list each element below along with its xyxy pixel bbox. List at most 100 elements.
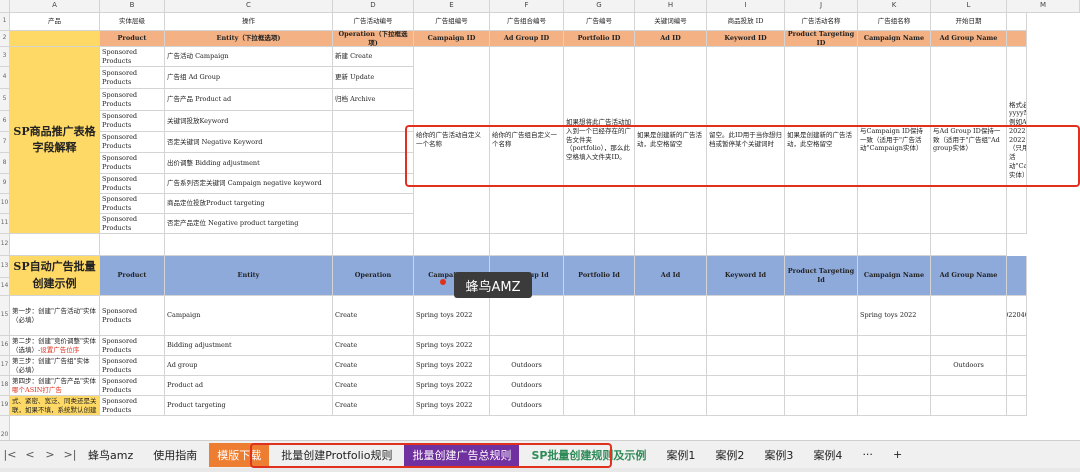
row-number[interactable]: 18 xyxy=(0,376,10,396)
campaign-name-cell[interactable] xyxy=(858,356,931,376)
header-en-cell[interactable]: Campaign Name xyxy=(858,31,931,47)
ad-group-id-cell[interactable] xyxy=(490,296,564,336)
empty-cell[interactable] xyxy=(564,396,635,416)
empty-cell[interactable] xyxy=(635,376,707,396)
prev-sheet-icon[interactable]: < xyxy=(20,448,40,461)
column-header-l[interactable]: K xyxy=(858,0,931,13)
section2-title[interactable]: SP自动广告批量创建示例 xyxy=(10,256,100,296)
row-number[interactable]: 13 xyxy=(0,256,10,278)
operation-cell[interactable] xyxy=(333,132,414,153)
column-header-f[interactable]: E xyxy=(414,0,490,13)
empty-cell[interactable] xyxy=(635,356,707,376)
operation-cell[interactable]: Create xyxy=(333,376,414,396)
start-date-cell[interactable] xyxy=(1007,376,1027,396)
header-en-cell[interactable]: Product Targeting ID xyxy=(785,31,858,47)
header-blue-cell[interactable]: Ad Id xyxy=(635,256,707,296)
entity-cell[interactable]: Campaign xyxy=(165,296,333,336)
column-header-d[interactable]: C xyxy=(165,0,333,13)
column-header-m[interactable]: M xyxy=(1007,0,1080,13)
entity-cell[interactable]: Bidding adjustment xyxy=(165,336,333,356)
start-date-cell[interactable]: 20220401 xyxy=(1007,296,1027,336)
empty-cell[interactable] xyxy=(635,296,707,336)
empty-cell[interactable] xyxy=(564,336,635,356)
empty-cell[interactable] xyxy=(858,234,931,256)
product-cell[interactable]: Sponsored Products xyxy=(100,111,165,132)
ad-group-name-cell[interactable] xyxy=(931,296,1007,336)
ad-group-id-cell[interactable]: Outdoors xyxy=(490,376,564,396)
operation-cell[interactable]: Create xyxy=(333,336,414,356)
header-blue-cell[interactable]: Portfolio Id xyxy=(564,256,635,296)
operation-cell[interactable]: 更新 Update xyxy=(333,67,414,89)
operation-cell[interactable] xyxy=(333,174,414,194)
header-blue-cell[interactable]: Keyword Id xyxy=(707,256,785,296)
add-sheet-icon[interactable]: + xyxy=(885,444,910,465)
header-en-cell[interactable]: Entity（下拉框选项) xyxy=(165,31,333,47)
tab-case-2[interactable]: 案例2 xyxy=(707,443,752,467)
operation-cell[interactable] xyxy=(333,194,414,214)
row-number[interactable]: 20 xyxy=(0,416,10,440)
campaign-name-cell[interactable] xyxy=(858,396,931,416)
operation-cell[interactable] xyxy=(333,214,414,234)
step-description-cell[interactable]: 第四步：创建"广告产品"实体哪个ASIN打广告 xyxy=(10,376,100,396)
entity-cell[interactable]: 否定产品定位 Negative product targeting xyxy=(165,214,333,234)
ad-group-id-cell[interactable]: Outdoors xyxy=(490,356,564,376)
tab-case-4[interactable]: 案例4 xyxy=(805,443,850,467)
step-description-cell[interactable]: 第五步（选填）：创建匹配方式、紧密、宽泛、同类还是关联，如果不填，系统默认创建4… xyxy=(10,396,100,416)
empty-cell[interactable] xyxy=(564,234,635,256)
empty-cell[interactable] xyxy=(490,234,564,256)
ad-group-name-cell[interactable] xyxy=(931,336,1007,356)
empty-cell[interactable] xyxy=(707,336,785,356)
header-blue-cell[interactable]: Operation xyxy=(333,256,414,296)
empty-cell[interactable] xyxy=(785,356,858,376)
empty-cell[interactable] xyxy=(564,376,635,396)
empty-cell[interactable] xyxy=(10,31,100,47)
row-number[interactable]: 2 xyxy=(0,31,10,47)
tab-case-1[interactable]: 案例1 xyxy=(658,443,703,467)
row-number[interactable]: 19 xyxy=(0,396,10,416)
empty-cell[interactable] xyxy=(707,396,785,416)
header-en-cell[interactable]: Operation（下拉框选项) xyxy=(333,31,414,47)
empty-cell[interactable] xyxy=(707,376,785,396)
entity-cell[interactable]: 关键词投放Keyword xyxy=(165,111,333,132)
ad-group-id-cell[interactable] xyxy=(490,336,564,356)
header-blue-cell[interactable]: Ad Group Name xyxy=(931,256,1007,296)
header-en-cell[interactable]: Ad ID xyxy=(635,31,707,47)
empty-cell[interactable] xyxy=(785,296,858,336)
tab-fengniao[interactable]: 蜂鸟amz xyxy=(80,443,141,467)
row-number[interactable]: 11 xyxy=(0,214,10,234)
empty-cell[interactable] xyxy=(785,396,858,416)
entity-cell[interactable]: 出价调整 Bidding adjustment xyxy=(165,153,333,174)
entity-cell[interactable]: Product targeting xyxy=(165,396,333,416)
empty-cell[interactable] xyxy=(564,296,635,336)
column-header-k[interactable]: J xyxy=(785,0,858,13)
empty-cell[interactable] xyxy=(333,234,414,256)
header-blue-cell[interactable]: Product Targeting Id xyxy=(785,256,858,296)
header-en-cell[interactable]: Ad Group ID xyxy=(490,31,564,47)
row-number[interactable]: 16 xyxy=(0,336,10,356)
product-cell[interactable]: Sponsored Products xyxy=(100,214,165,234)
ad-group-id-cell[interactable]: Outdoors xyxy=(490,396,564,416)
row-number[interactable]: 3 xyxy=(0,47,10,67)
operation-cell[interactable]: 新建 Create xyxy=(333,47,414,67)
empty-cell[interactable] xyxy=(785,336,858,356)
header-en-cell[interactable]: Keyword ID xyxy=(707,31,785,47)
ad-group-name-cell[interactable]: Outdoors xyxy=(931,356,1007,376)
column-header-i[interactable]: H xyxy=(635,0,707,13)
empty-cell[interactable] xyxy=(785,234,858,256)
row-number[interactable]: 14 xyxy=(0,278,10,296)
empty-cell[interactable] xyxy=(635,234,707,256)
header-en-cell[interactable]: Ad Group Name xyxy=(931,31,1007,47)
step-description-cell[interactable]: 第一步：创建"广告活动"实体（必填） xyxy=(10,296,100,336)
row-number[interactable]: 7 xyxy=(0,132,10,153)
campaign-name-cell[interactable]: Spring toys 2022 xyxy=(858,296,931,336)
entity-cell[interactable]: 否定关键词 Negative Keyword xyxy=(165,132,333,153)
entity-cell[interactable]: Product ad xyxy=(165,376,333,396)
product-cell[interactable]: Sponsored Products xyxy=(100,89,165,111)
step-description-cell[interactable]: 第二步：创建"竞价调整"实体（选填）-设置广告位序 xyxy=(10,336,100,356)
campaign-id-cell[interactable]: Spring toys 2022 xyxy=(414,296,490,336)
entity-cell[interactable]: 广告活动 Campaign xyxy=(165,47,333,67)
column-header-j[interactable]: I xyxy=(707,0,785,13)
start-date-cell[interactable] xyxy=(1007,356,1027,376)
ad-group-name-cell[interactable] xyxy=(931,396,1007,416)
operation-cell[interactable]: 归档 Archive xyxy=(333,89,414,111)
